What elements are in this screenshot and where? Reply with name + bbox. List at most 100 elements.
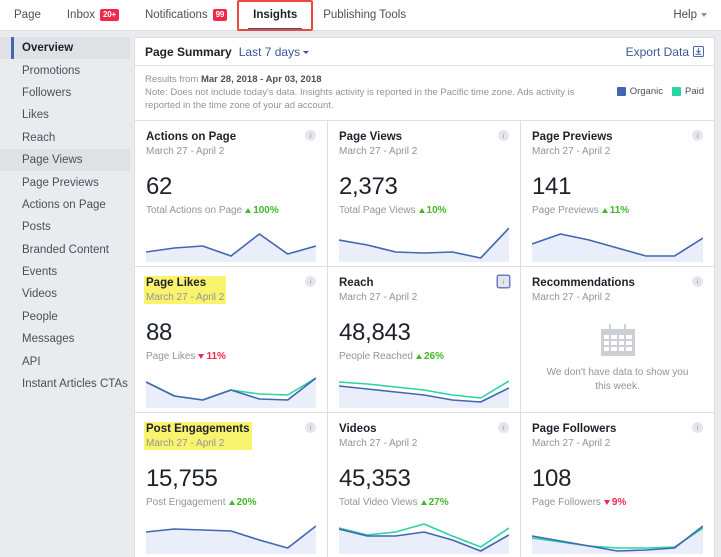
metric-sub-label: Total Video Views (339, 496, 418, 508)
chart-legend: Organic Paid (616, 74, 704, 97)
chevron-down-icon (701, 13, 707, 17)
notification-badge: 99 (212, 9, 228, 21)
metric-card-header: Page Previews March 27 - April 2 i (532, 130, 703, 157)
sidebar-item-api[interactable]: API (0, 350, 130, 372)
nav-tab-label: Publishing Tools (323, 9, 407, 21)
metric-card-date: March 27 - April 2 (339, 145, 418, 157)
metric-card-title-highlighted: Page Likes March 27 - April 2 (144, 276, 227, 304)
arrow-up-icon (601, 207, 608, 213)
metric-card-title-wrap: Page Followers March 27 - April 2 (532, 422, 616, 449)
metric-card-title: Videos (339, 423, 377, 436)
sidebar-item-label: API (22, 355, 41, 368)
metric-subrow: Page Likes 11% (146, 351, 316, 362)
legend-label: Organic (629, 86, 663, 97)
metric-card-actions-on-page[interactable]: Actions on Page March 27 - April 2 i 62 Tota… (135, 121, 328, 268)
info-icon[interactable]: i (692, 276, 703, 288)
legend-swatch-icon (616, 87, 626, 96)
nav-tab-page[interactable]: Page (14, 0, 54, 31)
metric-card-videos[interactable]: Videos March 27 - April 2 i 45,353 Total Vid… (328, 413, 521, 557)
metric-card-page-followers[interactable]: Page Followers March 27 - April 2 i 108 Page… (521, 413, 714, 557)
info-icon[interactable]: i (498, 130, 509, 142)
metric-delta: 100% (245, 205, 279, 216)
empty-state: We don't have data to show you this week… (532, 304, 703, 408)
help-menu-button[interactable]: Help (673, 9, 709, 21)
download-icon (693, 46, 704, 57)
metric-card-title: Page Views (339, 131, 403, 144)
sidebar-item-label: Branded Content (22, 243, 109, 256)
metric-card-header: Page Views March 27 - April 2 i (339, 130, 509, 157)
sidebar-item-actions-on-page[interactable]: Actions on Page (0, 194, 130, 216)
metric-card-page-previews[interactable]: Page Previews March 27 - April 2 i 141 Page … (521, 121, 714, 268)
metric-card-date: March 27 - April 2 (146, 437, 225, 449)
sidebar-item-posts[interactable]: Posts (0, 216, 130, 238)
help-label: Help (673, 9, 697, 21)
metric-card-header: Page Likes March 27 - April 2 i (144, 276, 316, 304)
info-icon[interactable]: i (692, 422, 703, 434)
metric-card-title-wrap: Reach March 27 - April 2 (339, 276, 417, 303)
sidebar-item-likes[interactable]: Likes (0, 104, 130, 126)
info-icon[interactable]: i (498, 276, 509, 288)
sidebar-item-reach[interactable]: Reach (0, 127, 130, 149)
sparkline-chart (532, 218, 703, 266)
sidebar-item-label: Page Previews (22, 176, 99, 189)
metric-delta-value: 20% (236, 496, 257, 508)
sidebar-item-people[interactable]: People (0, 306, 130, 328)
nav-tab-label: Notifications (144, 9, 208, 21)
metric-value: 108 (532, 464, 572, 492)
sidebar-item-events[interactable]: Events (0, 261, 130, 283)
metric-card-header: Actions on Page March 27 - April 2 i (146, 130, 316, 157)
sidebar-item-page-previews[interactable]: Page Previews (0, 171, 130, 193)
metric-subrow: Total Video Views 27% (339, 497, 509, 508)
metric-card-post-engagements[interactable]: Post Engagements March 27 - April 2 i 15,75… (135, 413, 328, 557)
metric-card-title: Page Likes (146, 277, 207, 290)
sidebar-item-label: Messages (22, 333, 75, 346)
export-data-button[interactable]: Export Data (626, 45, 704, 59)
metric-card-title: Reach (339, 277, 374, 290)
date-range-selector[interactable]: Last 7 days (238, 44, 310, 59)
metric-card-reach[interactable]: Reach March 27 - April 2 i 48,843 People Rea… (328, 267, 521, 414)
insights-sidebar: Overview Promotions Followers Likes Reach Pag… (0, 31, 130, 557)
sidebar-item-videos[interactable]: Videos (0, 283, 130, 305)
metric-card-header: Reach March 27 - April 2 i (339, 276, 509, 303)
sidebar-item-label: Events (22, 266, 58, 279)
info-icon[interactable]: i (498, 422, 509, 434)
metric-delta: 10% (418, 205, 447, 216)
sidebar-item-overview[interactable]: Overview (0, 37, 130, 60)
metric-card-title-highlighted: Post Engagements March 27 - April 2 (144, 422, 252, 450)
metric-card-page-likes[interactable]: Page Likes March 27 - April 2 i 88 Page Like… (135, 267, 328, 414)
metric-card-header: Page Followers March 27 - April 2 i (532, 422, 703, 449)
sidebar-item-followers[interactable]: Followers (0, 82, 130, 104)
sidebar-item-promotions[interactable]: Promotions (0, 59, 130, 81)
metric-delta: 27% (420, 497, 449, 508)
nav-tab-inbox[interactable]: Inbox 20+ (54, 0, 132, 31)
sparkline-chart (146, 364, 316, 412)
metric-value: 45,353 (339, 464, 411, 492)
nav-tab-publishing-tools[interactable]: Publishing Tools (310, 0, 419, 31)
nav-tab-insights[interactable]: Insights (240, 0, 310, 31)
arrow-up-icon (245, 207, 252, 213)
info-icon[interactable]: i (305, 130, 316, 142)
metric-card-header: Post Engagements March 27 - April 2 i (144, 422, 316, 450)
nav-tab-notifications[interactable]: Notifications 99 (132, 0, 240, 31)
notification-badge: 20+ (100, 9, 119, 21)
info-icon[interactable]: i (305, 276, 316, 288)
metric-subrow: People Reached 26% (339, 351, 509, 362)
metric-subrow: Post Engagement 20% (146, 497, 316, 508)
metric-card-recommendations[interactable]: Recommendations March 27 - April 2 i We don… (521, 267, 714, 414)
metric-sub-label: People Reached (339, 350, 413, 362)
results-prefix: Results from (145, 74, 201, 85)
date-range-label: Last 7 days (238, 44, 301, 59)
info-icon[interactable]: i (305, 422, 316, 434)
info-icon[interactable]: i (692, 130, 703, 142)
metric-delta: 26% (415, 351, 444, 362)
metric-card-title: Page Followers (532, 423, 617, 436)
sidebar-item-page-views[interactable]: Page Views (0, 148, 130, 172)
metric-sub-label: Total Actions on Page (146, 204, 243, 216)
sidebar-item-branded-content[interactable]: Branded Content (0, 239, 130, 261)
sidebar-item-instant-articles-ctas[interactable]: Instant Articles CTAs (0, 373, 130, 395)
sidebar-item-label: Reach (22, 131, 56, 144)
sidebar-item-label: Page Views (22, 154, 83, 167)
metric-value: 62 (146, 172, 173, 200)
metric-card-page-views[interactable]: Page Views March 27 - April 2 i 2,373 Total … (328, 121, 521, 268)
sidebar-item-messages[interactable]: Messages (0, 328, 130, 350)
